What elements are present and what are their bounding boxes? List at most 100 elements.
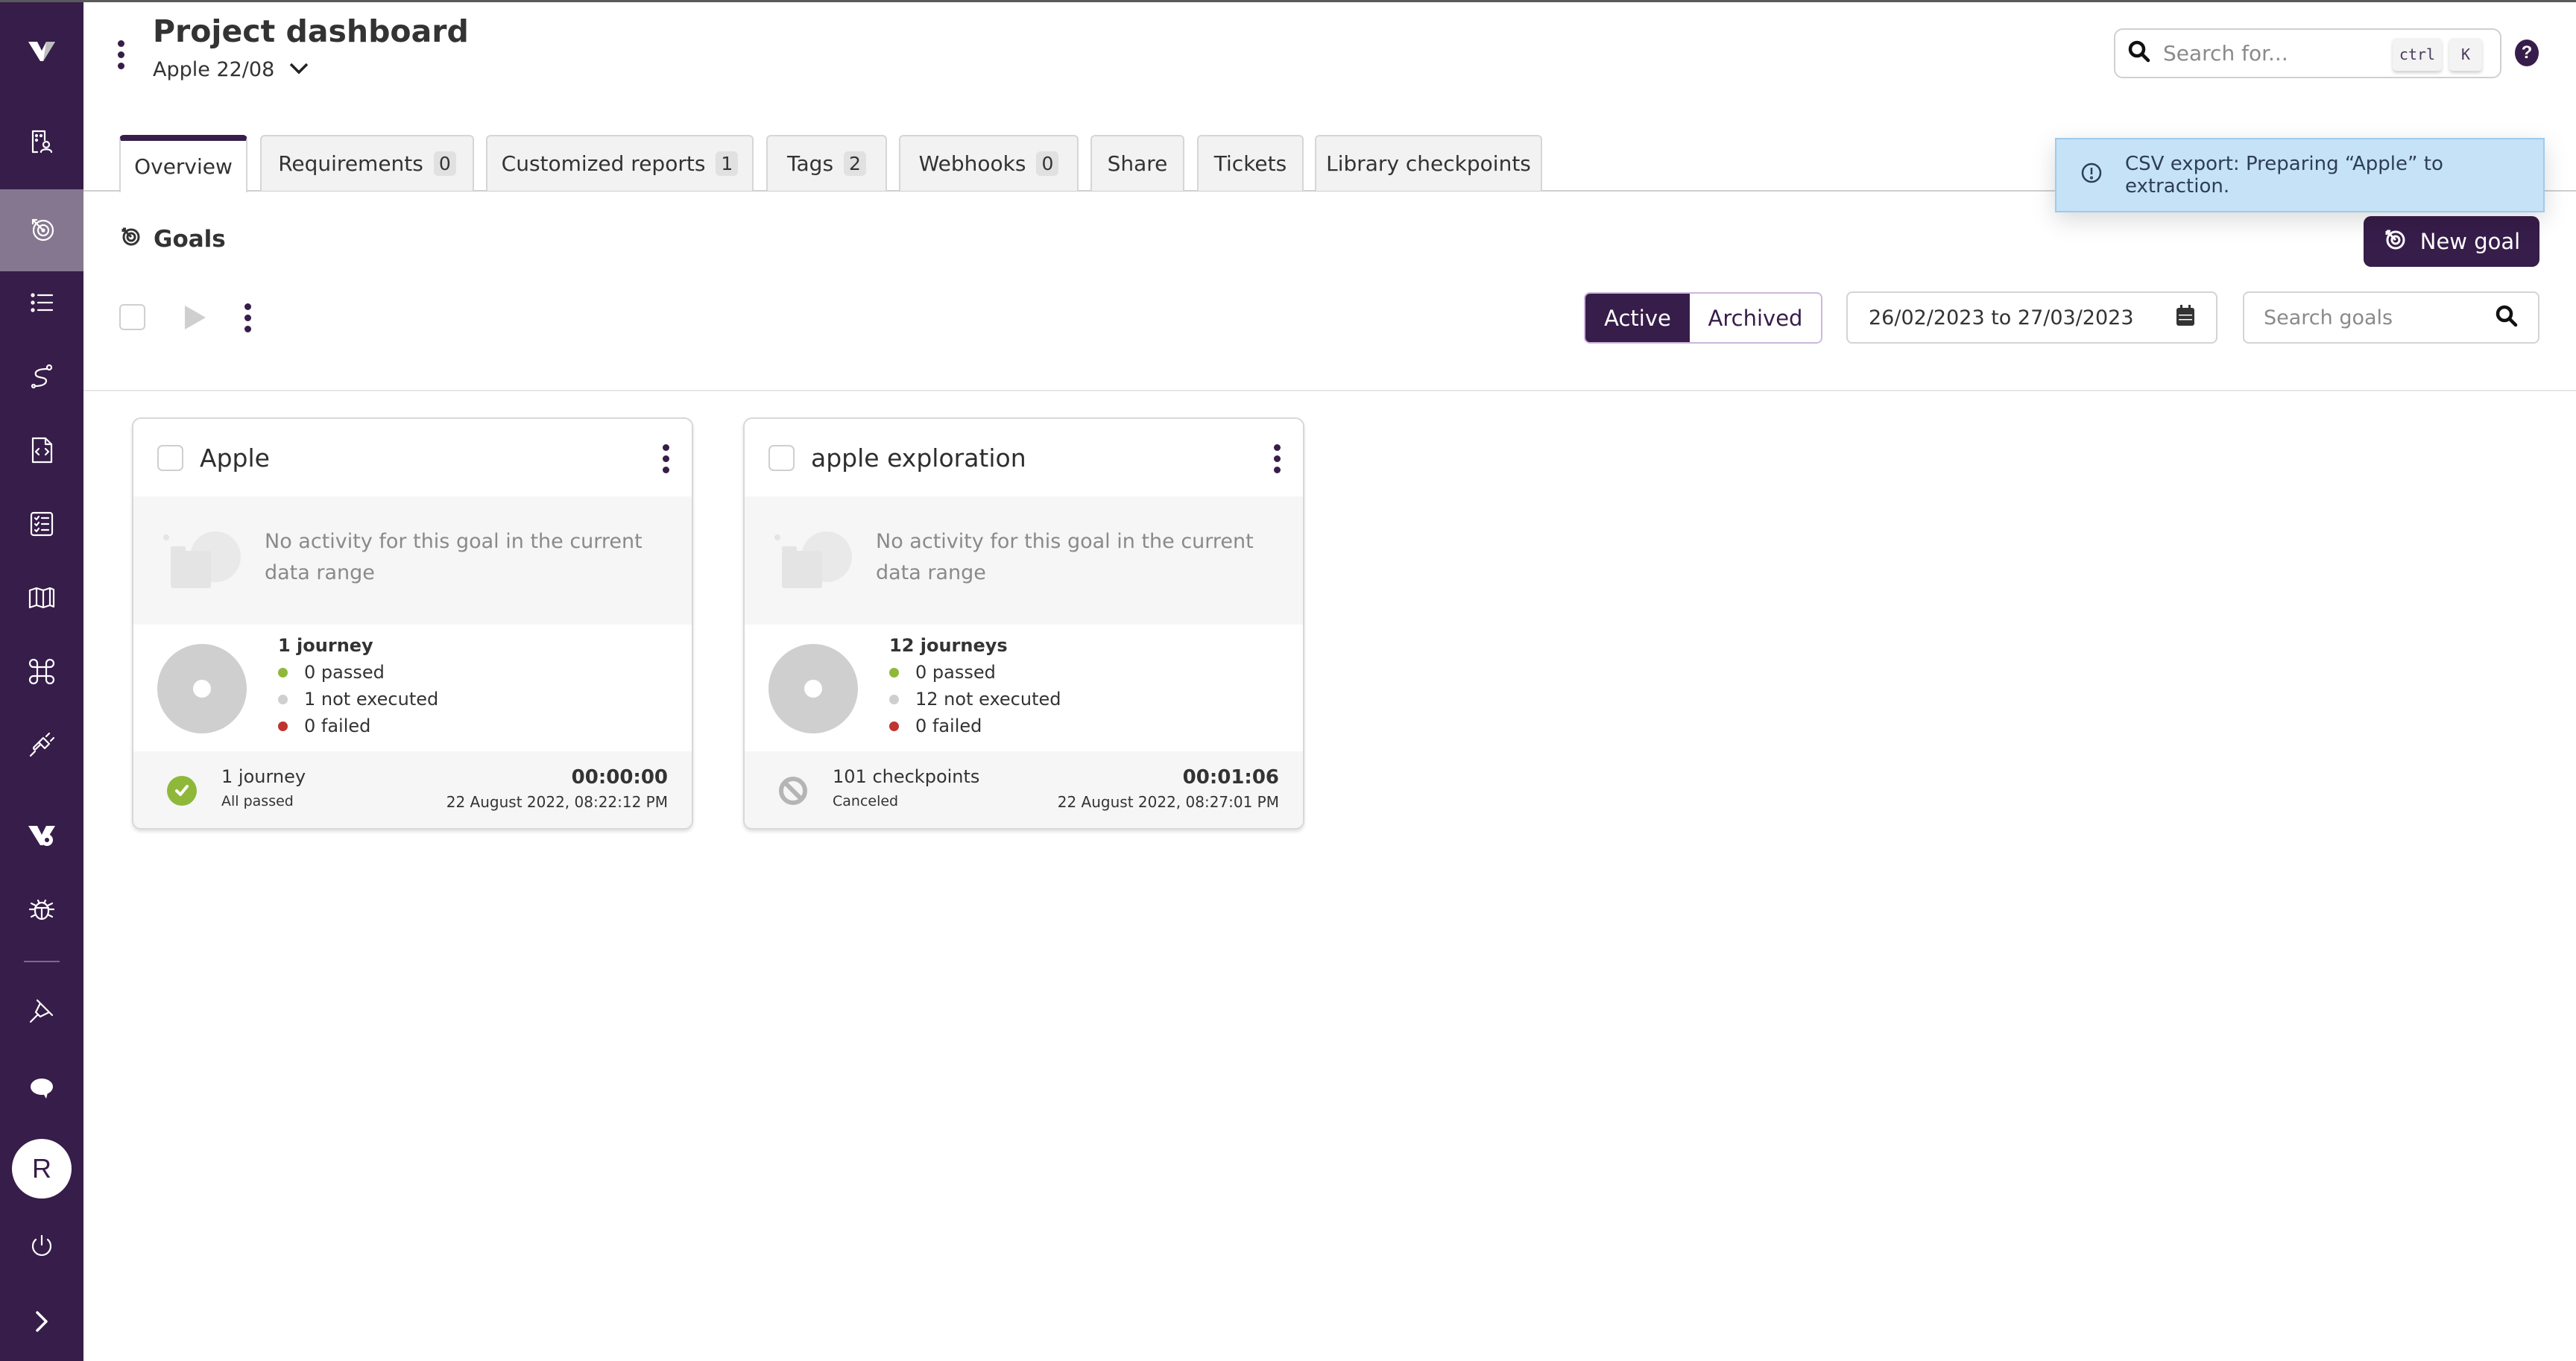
check-circle-icon	[166, 775, 198, 806]
sidebar-divider	[24, 961, 60, 962]
tab-webhooks[interactable]: Webhooks 0	[899, 135, 1079, 191]
tab-label: Share	[1107, 151, 1168, 176]
journey-status-donut	[768, 644, 858, 733]
last-run-duration: 00:00:00	[571, 766, 668, 789]
help-icon[interactable]: ?	[2515, 40, 2539, 66]
goal-search[interactable]	[2243, 291, 2539, 344]
new-goal-button[interactable]: New goal	[2364, 216, 2539, 267]
sidebar-item-goals[interactable]	[0, 189, 83, 271]
last-run-date: 22 August 2022, 08:22:12 PM	[446, 793, 668, 811]
toast-message: CSV export: Preparing “Apple” to extract…	[2125, 153, 2443, 198]
sidebar-item-journeys[interactable]	[0, 341, 83, 415]
sidebar-item-organization[interactable]	[0, 106, 83, 180]
goal-card[interactable]: apple exploration No activity for this g…	[743, 417, 1304, 830]
last-run-summary: 1 journey	[221, 766, 306, 787]
new-goal-label: New goal	[2419, 229, 2521, 254]
sidebar-item-settings[interactable]	[0, 799, 83, 874]
goal-menu-button[interactable]	[663, 444, 669, 473]
empty-folder-globe-icon	[774, 530, 855, 590]
tab-count-badge: 0	[1036, 151, 1059, 176]
run-selected-play-icon[interactable]	[185, 306, 206, 329]
stat-failed-label: 0 failed	[915, 716, 982, 736]
stat-passed: 0 passed	[889, 662, 996, 683]
goal-search-input[interactable]	[2264, 306, 2472, 329]
checklist-icon	[27, 509, 57, 543]
goal-select-checkbox[interactable]	[157, 444, 183, 471]
select-all-checkbox[interactable]	[119, 304, 145, 330]
page-title: Project dashboard	[153, 13, 469, 49]
sidebar-expand[interactable]	[0, 1286, 83, 1360]
global-search[interactable]: ctrl K	[2114, 28, 2501, 78]
organization-user-icon	[27, 127, 57, 160]
goal-card[interactable]: Apple No activity for this goal in the c…	[132, 417, 693, 830]
sidebar-item-pin[interactable]	[0, 975, 83, 1049]
tab-library-checkpoints[interactable]: Library checkpoints	[1315, 135, 1542, 191]
stat-passed-label: 0 passed	[304, 662, 385, 683]
tab-requirements[interactable]: Requirements 0	[260, 135, 474, 191]
goal-select-checkbox[interactable]	[768, 444, 795, 471]
sidebar-logo[interactable]	[0, 15, 83, 89]
sidebar-item-commands[interactable]	[0, 636, 83, 710]
last-run-duration: 00:01:06	[1182, 766, 1279, 789]
stat-failed: 0 failed	[278, 716, 370, 736]
user-avatar[interactable]: R	[12, 1139, 72, 1199]
plug-icon	[27, 730, 57, 764]
sidebar-item-code[interactable]	[0, 414, 83, 489]
sidebar-item-map[interactable]	[0, 562, 83, 637]
sidebar-item-integrations[interactable]	[0, 710, 83, 784]
tab-tags[interactable]: Tags 2	[766, 135, 887, 191]
target-icon	[119, 225, 142, 253]
filter-archived-button[interactable]: Archived	[1690, 294, 1821, 342]
stat-not-executed-label: 12 not executed	[915, 689, 1061, 710]
chevron-right-icon	[27, 1307, 57, 1340]
goals-heading: Goals	[119, 225, 226, 253]
chat-icon	[27, 1073, 57, 1107]
goal-title[interactable]: Apple	[200, 443, 270, 473]
tab-label: Requirements	[278, 151, 423, 176]
bulk-actions-menu-button[interactable]	[244, 303, 251, 332]
tab-label: Overview	[134, 154, 233, 179]
goals-title: Goals	[154, 226, 226, 253]
tab-label: Library checkpoints	[1326, 151, 1531, 176]
project-selector[interactable]: Apple 22/08	[153, 58, 310, 81]
last-execution[interactable]: 101 checkpoints Canceled 00:01:06 22 Aug…	[745, 751, 1303, 828]
last-run-status: Canceled	[833, 793, 899, 809]
target-icon	[2383, 227, 2407, 256]
card-header: Apple	[133, 419, 692, 496]
sidebar-item-chat[interactable]	[0, 1052, 83, 1127]
tab-overview[interactable]: Overview	[119, 135, 247, 192]
tab-label: Webhooks	[918, 151, 1026, 176]
failed-dot-icon	[278, 721, 288, 731]
map-icon	[27, 583, 57, 616]
not-executed-dot-icon	[278, 694, 288, 704]
no-activity-panel: No activity for this goal in the current…	[745, 496, 1303, 625]
tab-customized-reports[interactable]: Customized reports 1	[486, 135, 754, 191]
tab-share[interactable]: Share	[1090, 135, 1184, 191]
sidebar: R	[0, 0, 83, 1361]
global-search-input[interactable]	[2163, 41, 2387, 66]
search-icon[interactable]	[2495, 304, 2519, 332]
last-execution[interactable]: 1 journey All passed 00:00:00 22 August …	[133, 751, 692, 828]
sidebar-item-bugs[interactable]	[0, 874, 83, 948]
code-file-icon	[27, 435, 57, 469]
no-activity-panel: No activity for this goal in the current…	[133, 496, 692, 625]
goal-title[interactable]: apple exploration	[811, 443, 1026, 473]
goal-menu-button[interactable]	[1274, 444, 1281, 473]
project-menu-button[interactable]	[118, 40, 124, 69]
csv-export-toast: CSV export: Preparing “Apple” to extract…	[2055, 138, 2545, 212]
tab-label: Customized reports	[501, 151, 706, 176]
active-archived-toggle: Active Archived	[1584, 292, 1822, 344]
last-run-status: All passed	[221, 793, 294, 809]
filter-active-button[interactable]: Active	[1585, 294, 1690, 342]
sidebar-item-checklist[interactable]	[0, 488, 83, 563]
last-run-summary: 101 checkpoints	[833, 766, 980, 787]
date-range-value: 26/02/2023 to 27/03/2023	[1869, 306, 2134, 329]
sidebar-item-list[interactable]	[0, 267, 83, 341]
sidebar-item-logout[interactable]	[0, 1210, 83, 1285]
empty-folder-globe-icon	[163, 530, 244, 590]
tab-tickets[interactable]: Tickets	[1197, 135, 1304, 191]
date-range-picker[interactable]: 26/02/2023 to 27/03/2023	[1846, 291, 2217, 344]
tab-count-badge: 2	[844, 151, 866, 176]
target-icon	[27, 214, 57, 247]
window-top-border	[0, 0, 2576, 2]
